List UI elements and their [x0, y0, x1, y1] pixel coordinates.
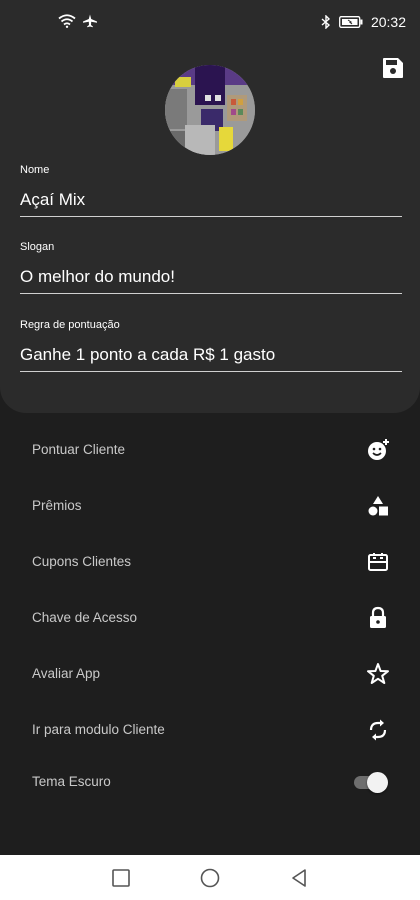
- menu-item-label: Cupons Clientes: [32, 554, 132, 569]
- sync-icon: [369, 719, 387, 741]
- lock-icon: [370, 606, 386, 628]
- name-input[interactable]: Açaí Mix: [20, 188, 402, 217]
- bluetooth-icon: [321, 15, 330, 29]
- slogan-input[interactable]: O melhor do mundo!: [20, 265, 402, 294]
- menu-item-premios[interactable]: Prêmios: [0, 480, 420, 532]
- name-label: Nome: [20, 164, 50, 176]
- back-triangle-icon[interactable]: [288, 867, 310, 889]
- menu-item-tema-escuro[interactable]: Tema Escuro: [0, 756, 420, 808]
- status-left: [58, 14, 98, 28]
- rule-label: Regra de pontuação: [20, 319, 120, 331]
- store-avatar[interactable]: [165, 65, 255, 155]
- home-circle-icon[interactable]: [199, 867, 221, 889]
- screen: 20:32 Nome Açaí Mix Slogan O melhor do m…: [0, 0, 420, 900]
- dark-theme-toggle[interactable]: [354, 771, 388, 793]
- ticket-icon: [368, 553, 388, 571]
- store-photo: [165, 65, 255, 155]
- menu-item-cupons-clientes[interactable]: Cupons Clientes: [0, 536, 420, 588]
- menu-item-label: Tema Escuro: [32, 774, 111, 789]
- rule-field: Regra de pontuação Ganhe 1 ponto a cada …: [20, 319, 402, 372]
- menu-item-label: Ir para modulo Cliente: [32, 722, 165, 737]
- battery-icon: [339, 16, 363, 28]
- shapes-icon: [368, 496, 388, 516]
- status-right: 20:32: [321, 14, 406, 30]
- rule-input[interactable]: Ganhe 1 ponto a cada R$ 1 gasto: [20, 343, 402, 372]
- profile-card: 20:32 Nome Açaí Mix Slogan O melhor do m…: [0, 0, 420, 413]
- slogan-label: Slogan: [20, 241, 55, 253]
- recents-square-icon[interactable]: [110, 867, 132, 889]
- airplane-icon: [83, 14, 97, 28]
- menu-item-label: Chave de Acesso: [32, 610, 138, 625]
- star-icon: [367, 663, 389, 684]
- slogan-field: Slogan O melhor do mundo!: [20, 241, 402, 294]
- system-nav-bar: [0, 855, 420, 900]
- status-time: 20:32: [370, 14, 406, 30]
- menu-item-label: Pontuar Cliente: [32, 442, 126, 457]
- menu-item-label: Avaliar App: [32, 666, 101, 681]
- save-icon[interactable]: [381, 56, 405, 80]
- menu-item-label: Prêmios: [32, 498, 82, 513]
- menu-item-pontuar-cliente[interactable]: Pontuar Cliente: [0, 424, 420, 476]
- name-field: Nome Açaí Mix: [20, 164, 402, 217]
- toggle-thumb: [367, 772, 388, 793]
- wifi-icon: [58, 14, 76, 28]
- status-bar: 20:32: [0, 0, 420, 46]
- face-add-icon: [368, 439, 389, 460]
- menu-item-modulo-cliente[interactable]: Ir para modulo Cliente: [0, 704, 420, 756]
- menu-item-avaliar-app[interactable]: Avaliar App: [0, 648, 420, 700]
- menu-item-chave-de-acesso[interactable]: Chave de Acesso: [0, 592, 420, 644]
